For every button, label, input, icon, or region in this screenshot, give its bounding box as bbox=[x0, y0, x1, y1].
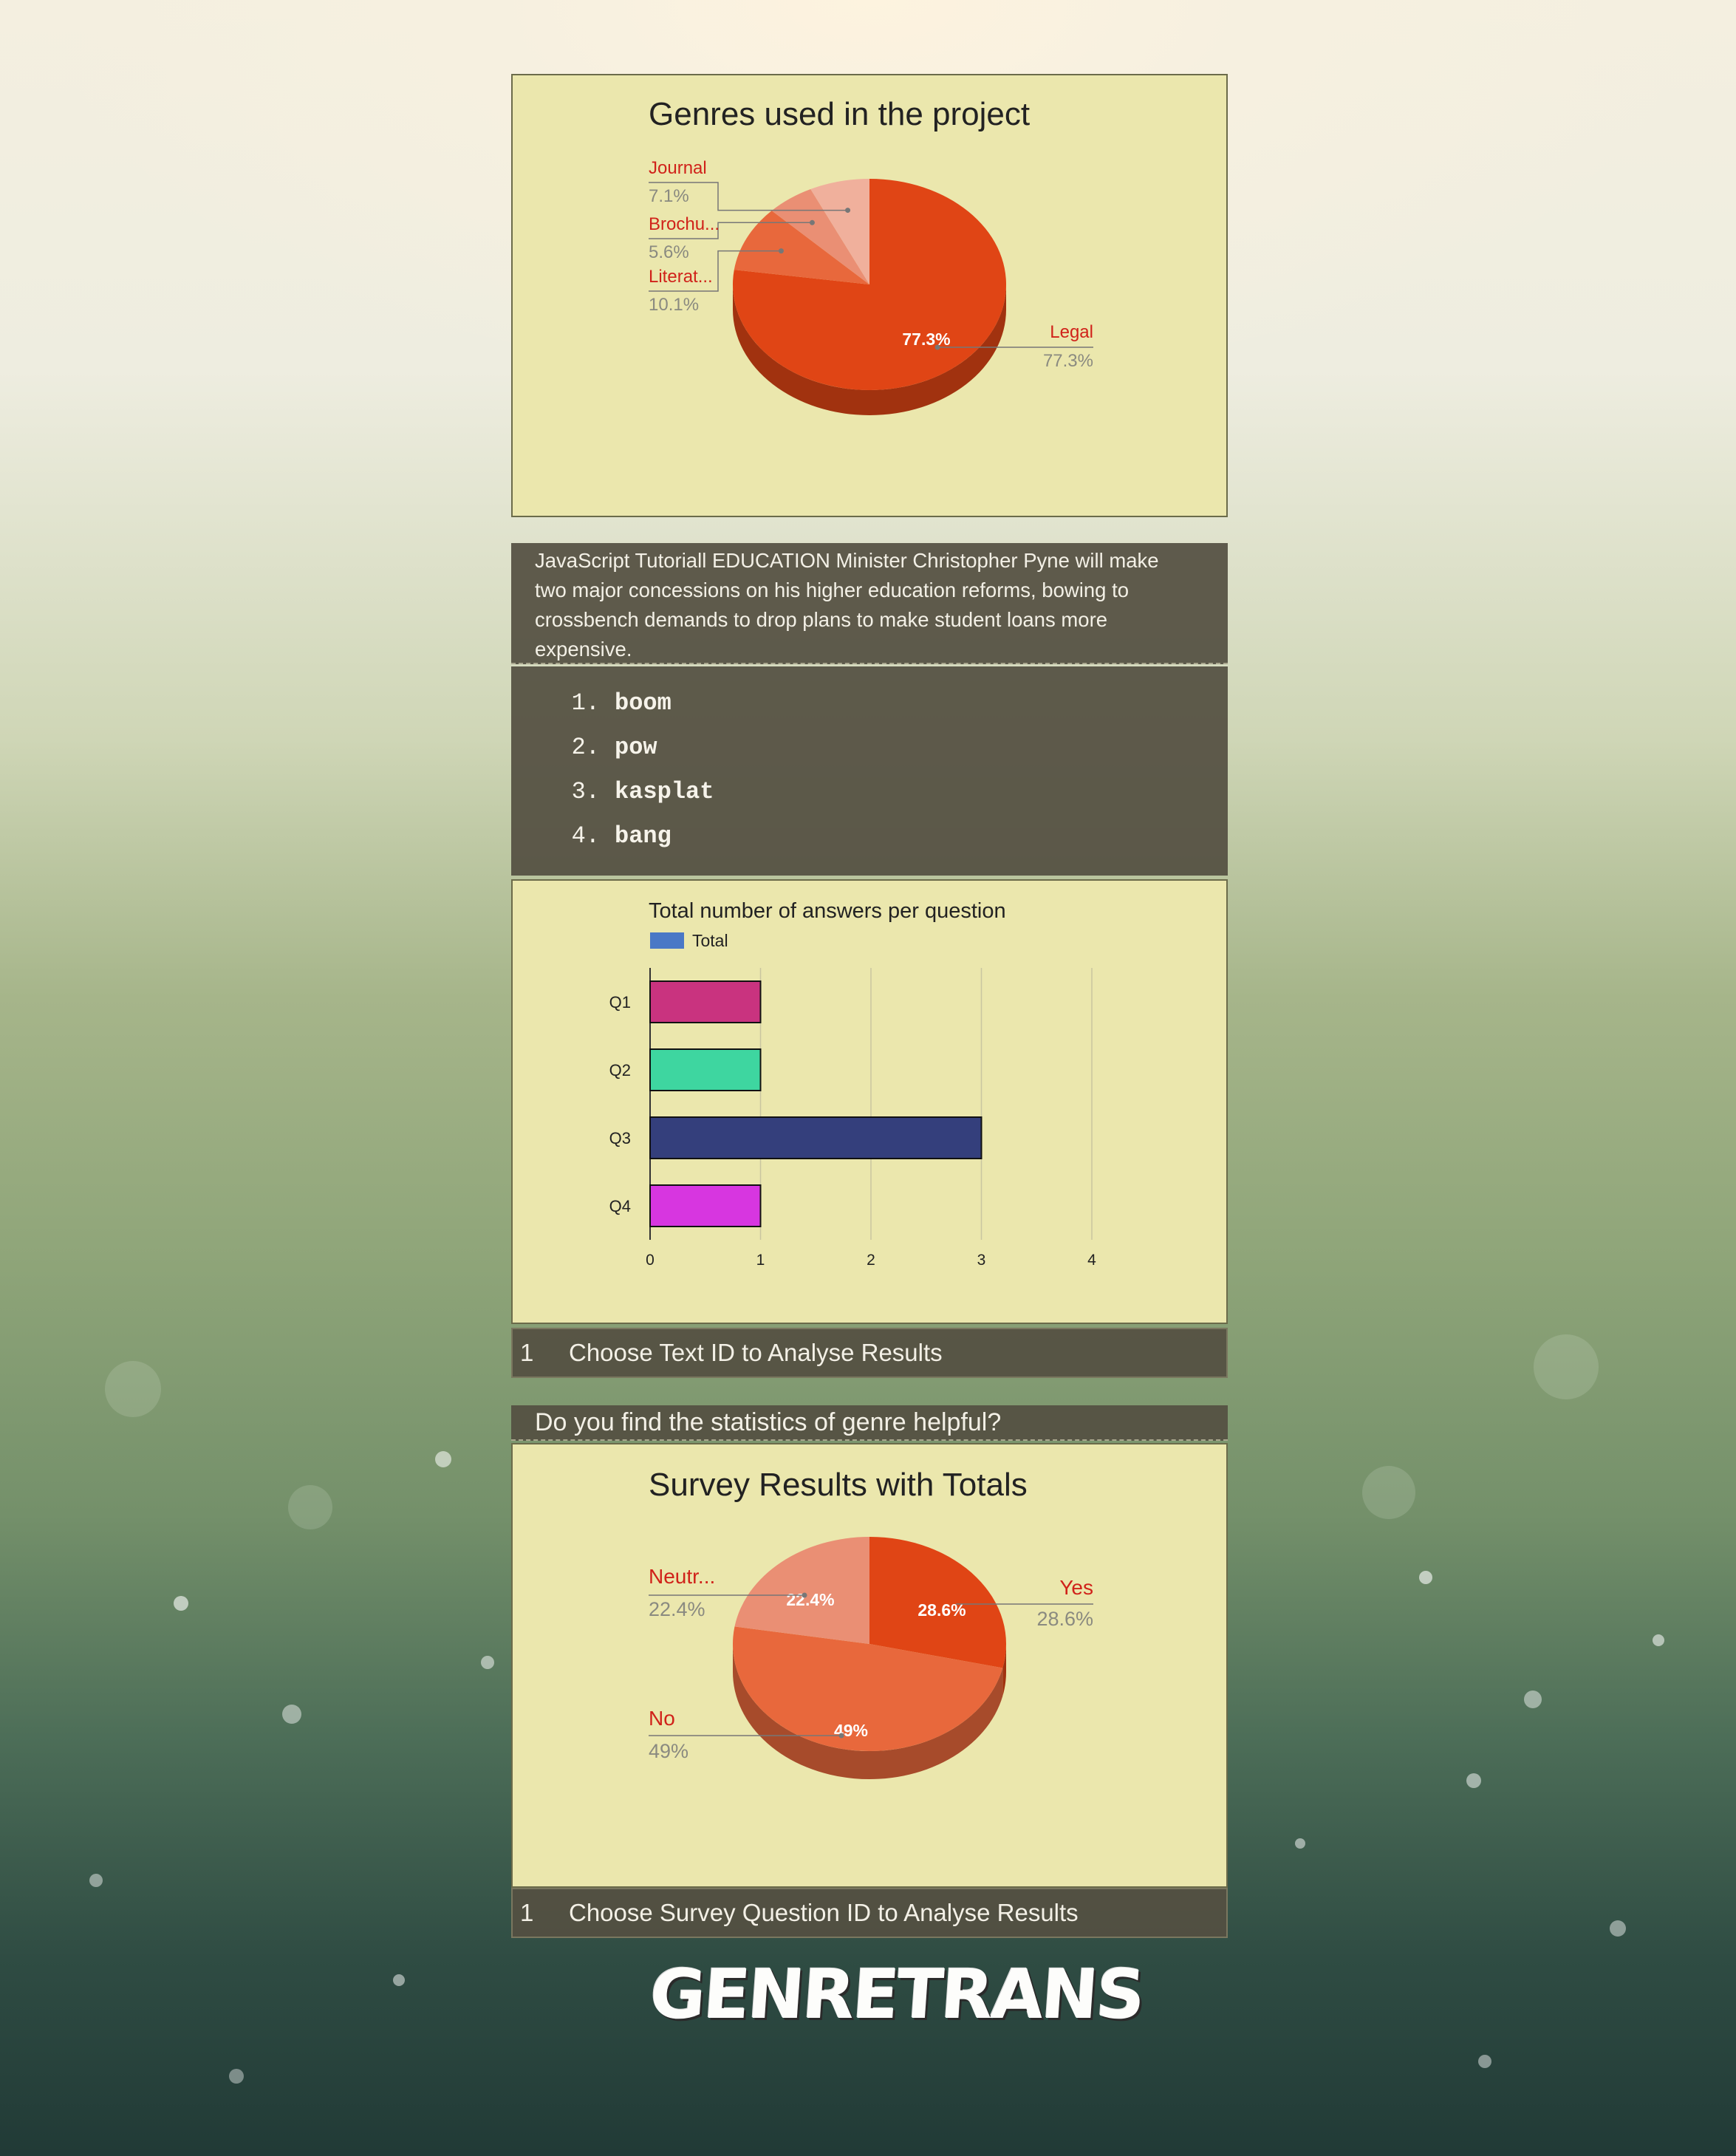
list-item-text: kasplat bbox=[615, 778, 714, 805]
pie-legend-label: Legal bbox=[1050, 322, 1093, 342]
list-item-text: pow bbox=[615, 734, 657, 761]
genres-pie-panel: Genres used in the project 77.3% Legal 77.… bbox=[511, 74, 1228, 517]
pie-legend-value: 5.6% bbox=[649, 242, 689, 262]
pie-legend-value: 22.4% bbox=[649, 1598, 705, 1620]
y-tick-label: Q1 bbox=[609, 993, 631, 1012]
bar-q2 bbox=[649, 1048, 762, 1091]
bar-chart-title: Total number of answers per question bbox=[649, 899, 1006, 923]
callout-dot bbox=[934, 344, 940, 350]
genretrans-logo: GENRETRANS bbox=[647, 1955, 1146, 2034]
answers-bar-panel: Total number of answers per question Tota… bbox=[511, 879, 1228, 1324]
callout-dot bbox=[838, 1733, 844, 1739]
survey-pie-panel: Survey Results with Totals 28.6% 49% 22.4%… bbox=[511, 1443, 1228, 1888]
list-item: 3. kasplat bbox=[556, 770, 714, 814]
pie-legend-label: Yes bbox=[1059, 1576, 1093, 1599]
pie-legend-value: 7.1% bbox=[649, 186, 689, 206]
pie-legend-value: 28.6% bbox=[1036, 1608, 1093, 1630]
list-item: 2. pow bbox=[556, 726, 714, 770]
list-item: 1. boom bbox=[556, 681, 714, 726]
question-header: Do you find the statistics of genre help… bbox=[511, 1405, 1228, 1441]
list-item-text: bang bbox=[615, 822, 671, 850]
pie-legend-label: Neutr... bbox=[649, 1565, 715, 1588]
survey-id-value[interactable]: 1 bbox=[520, 1899, 533, 1927]
pie-legend-label: Journal bbox=[649, 158, 707, 178]
x-tick-label: 4 bbox=[1087, 1252, 1096, 1269]
pie-tops bbox=[732, 1537, 1006, 1752]
x-tick-label: 3 bbox=[977, 1252, 986, 1269]
pie-inside-label: 22.4% bbox=[786, 1590, 834, 1609]
pie-legend-label: Brochu... bbox=[649, 214, 720, 234]
article-panel: JavaScript Tutoriall EDUCATION Minister … bbox=[511, 543, 1228, 664]
text-id-selector[interactable]: 1 Choose Text ID to Analyse Results bbox=[511, 1328, 1228, 1378]
x-tick-label: 2 bbox=[867, 1252, 875, 1269]
bar-q4 bbox=[649, 1184, 762, 1227]
text-id-label: Choose Text ID to Analyse Results bbox=[569, 1339, 943, 1366]
answers-bar-chart: Total number of answers per question Tota… bbox=[609, 899, 1097, 1269]
pie-legend-label: Literat... bbox=[649, 267, 713, 287]
article-text: JavaScript Tutoriall EDUCATION Minister … bbox=[535, 549, 1159, 661]
bar-q1 bbox=[649, 980, 762, 1023]
legend-label: Total bbox=[692, 931, 728, 950]
list-item: 4. bang bbox=[556, 814, 714, 859]
numbered-list: 1. boom 2. pow 3. kasplat 4. bang bbox=[556, 681, 714, 859]
genres-pie-chart: 77.3% Legal 77.3% Journal 7.1% Brochu... 5.6% L… bbox=[649, 158, 1093, 415]
list-panel: 1. boom 2. pow 3. kasplat 4. bang bbox=[511, 666, 1228, 876]
legend-swatch bbox=[650, 932, 684, 949]
y-tick-label: Q4 bbox=[609, 1197, 631, 1215]
pie-inside-label: 28.6% bbox=[917, 1600, 966, 1620]
pie-legend-value: 10.1% bbox=[649, 295, 699, 315]
survey-question-selector[interactable]: 1 Choose Survey Question ID to Analyse R… bbox=[511, 1888, 1228, 1938]
pie-legend-value: 77.3% bbox=[1043, 351, 1093, 371]
pie-inside-label: 77.3% bbox=[902, 330, 950, 349]
question-text: Do you find the statistics of genre help… bbox=[535, 1408, 1002, 1436]
y-tick-label: Q2 bbox=[609, 1061, 631, 1079]
list-item-number: 4. bbox=[571, 822, 600, 850]
list-item-text: boom bbox=[615, 689, 671, 717]
bar-q3 bbox=[649, 1116, 983, 1159]
survey-id-label: Choose Survey Question ID to Analyse Res… bbox=[569, 1899, 1079, 1926]
list-item-number: 1. bbox=[571, 689, 600, 717]
list-item-number: 2. bbox=[571, 734, 600, 761]
x-tick-label: 0 bbox=[646, 1252, 655, 1269]
pie-legend-label: No bbox=[649, 1707, 675, 1730]
y-tick-label: Q3 bbox=[609, 1129, 631, 1147]
list-item-number: 3. bbox=[571, 778, 600, 805]
pie-inside-label: 49% bbox=[834, 1721, 868, 1740]
x-tick-label: 1 bbox=[756, 1252, 765, 1269]
text-id-value[interactable]: 1 bbox=[520, 1339, 533, 1367]
pie-legend-value: 49% bbox=[649, 1740, 688, 1762]
callout-dot bbox=[802, 1592, 807, 1598]
survey-pie-chart: 28.6% 49% 22.4% Yes 28.6% Neutr... 22.4% No 49% bbox=[649, 1537, 1093, 1779]
